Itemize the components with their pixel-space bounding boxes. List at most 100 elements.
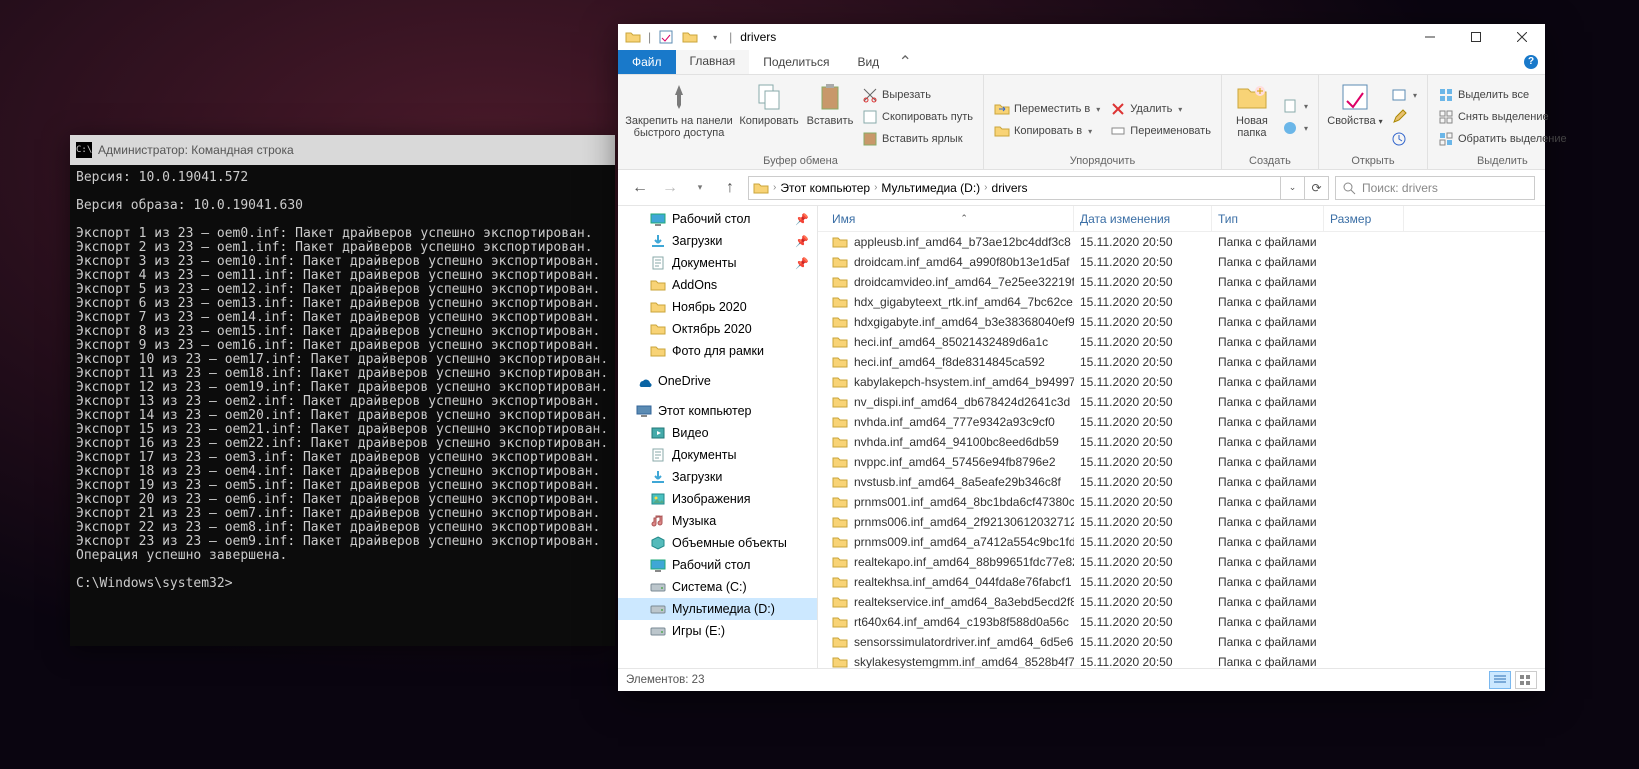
tree-item[interactable]: Загрузки📌 [618,230,817,252]
file-date: 15.11.2020 20:50 [1074,455,1212,469]
cmd-titlebar[interactable]: C:\ Администратор: Командная строка [70,135,615,165]
tree-item[interactable]: Документы [618,444,817,466]
file-row[interactable]: nvhda.inf_amd64_94100bc8eed6db5915.11.20… [818,432,1545,452]
invert-selection-button[interactable]: Обратить выделение [1434,129,1571,149]
tree-item[interactable]: Изображения [618,488,817,510]
file-row[interactable]: hdxgigabyte.inf_amd64_b3e38368040ef91115… [818,312,1545,332]
tree-item[interactable]: Мультимедиа (D:) [618,598,817,620]
file-name: skylakesystemgmm.inf_amd64_8528b4f7 [854,655,1074,668]
tab-home[interactable]: Главная [676,50,750,74]
folder-icon [832,454,848,470]
properties-button[interactable]: Свойства ▾ [1325,79,1385,155]
breadcrumb-item[interactable]: Этот компьютер [776,181,874,195]
file-row[interactable]: hdx_gigabyteext_rtk.inf_amd64_7bc62ce...… [818,292,1545,312]
new-folder-button[interactable]: Новая папка [1228,79,1276,155]
file-row[interactable]: appleusb.inf_amd64_b73ae12bc4ddf3c815.11… [818,232,1545,252]
file-row[interactable]: realtekservice.inf_amd64_8a3ebd5ecd2f8..… [818,592,1545,612]
file-row[interactable]: kabylakepch-hsystem.inf_amd64_b94997...1… [818,372,1545,392]
help-icon[interactable]: ? [1517,50,1545,74]
file-row[interactable]: sensorssimulatordriver.inf_amd64_6d5e6..… [818,632,1545,652]
tree-item[interactable]: Ноябрь 2020 [618,296,817,318]
tree-item[interactable]: Видео [618,422,817,444]
column-date[interactable]: Дата изменения [1074,206,1212,231]
refresh-button[interactable]: ⟳ [1304,177,1328,199]
maximize-button[interactable] [1453,24,1499,50]
tree-item[interactable]: Система (C:) [618,576,817,598]
select-all-button[interactable]: Выделить все [1434,85,1571,105]
tab-file[interactable]: Файл [618,50,676,74]
nav-forward-button[interactable]: → [658,176,682,200]
file-row[interactable]: heci.inf_amd64_85021432489d6a1c15.11.202… [818,332,1545,352]
address-dropdown-icon[interactable]: ⌄ [1280,177,1304,199]
cmd-output[interactable]: Версия: 10.0.19041.572 Версия образа: 10… [70,165,615,597]
nav-back-button[interactable]: ← [628,176,652,200]
file-row[interactable]: nvppc.inf_amd64_57456e94fb8796e215.11.20… [818,452,1545,472]
tree-item[interactable]: AddOns [618,274,817,296]
copy-button[interactable]: Копировать [736,79,802,155]
new-item-button[interactable] [1278,96,1312,116]
pin-to-quickaccess-button[interactable]: Закрепить на панели быстрого доступа [624,79,734,155]
explorer-titlebar[interactable]: | | drivers [618,24,1545,50]
tree-item[interactable]: Музыка [618,510,817,532]
file-row[interactable]: realtekhsa.inf_amd64_044fda8e76fabcf115.… [818,572,1545,592]
file-row[interactable]: nvstusb.inf_amd64_8a5eafe29b346c8f15.11.… [818,472,1545,492]
ribbon-collapse-icon[interactable]: ⌃ [893,50,917,74]
select-none-button[interactable]: Снять выделение [1434,107,1571,127]
cut-button[interactable]: Вырезать [858,85,977,105]
move-to-button[interactable]: Переместить в [990,99,1104,119]
paste-button[interactable]: Вставить [804,79,856,155]
file-row[interactable]: realtekapo.inf_amd64_88b99651fdc77e8215.… [818,552,1545,572]
tree-item[interactable]: Документы📌 [618,252,817,274]
file-row[interactable]: nvhda.inf_amd64_777e9342a93c9cf015.11.20… [818,412,1545,432]
folder-icon [650,277,666,293]
edit-button[interactable] [1387,107,1421,127]
close-button[interactable] [1499,24,1545,50]
address-bar[interactable]: › Этот компьютер› Мультимедиа (D:)› driv… [748,176,1329,200]
tree-item[interactable]: Рабочий стол📌 [618,208,817,230]
copy-to-button[interactable]: Копировать в [990,121,1104,141]
qat-dropdown-icon[interactable] [703,26,725,48]
easy-access-button[interactable] [1278,118,1312,138]
tree-item[interactable]: OneDrive [618,370,817,392]
minimize-button[interactable] [1407,24,1453,50]
details-view-button[interactable] [1489,671,1511,689]
icons-view-button[interactable] [1515,671,1537,689]
delete-button[interactable]: Удалить [1106,99,1215,119]
file-row[interactable]: heci.inf_amd64_f8de8314845ca59215.11.202… [818,352,1545,372]
new-folder-qat-icon[interactable] [679,26,701,48]
tab-share[interactable]: Поделиться [749,50,843,74]
column-type[interactable]: Тип [1212,206,1324,231]
tree-item[interactable]: Фото для рамки [618,340,817,362]
tree-item[interactable]: Этот компьютер [618,400,817,422]
file-rows[interactable]: appleusb.inf_amd64_b73ae12bc4ddf3c815.11… [818,232,1545,668]
file-row[interactable]: prnms001.inf_amd64_8bc1bda6cf47380c15.11… [818,492,1545,512]
tree-item[interactable]: Рабочий стол [618,554,817,576]
breadcrumb-item[interactable]: drivers [988,181,1032,195]
file-row[interactable]: prnms009.inf_amd64_a7412a554c9bc1fd15.11… [818,532,1545,552]
column-name[interactable]: Имя⌃ [826,206,1074,231]
file-row[interactable]: prnms006.inf_amd64_2f9213061203271215.11… [818,512,1545,532]
tree-item[interactable]: Загрузки [618,466,817,488]
tree-item[interactable]: Объемные объекты [618,532,817,554]
nav-recent-dropdown[interactable]: ▾ [688,176,712,200]
file-row[interactable]: droidcamvideo.inf_amd64_7e25ee32219f...1… [818,272,1545,292]
copy-path-button[interactable]: Скопировать путь [858,107,977,127]
file-row[interactable]: rt640x64.inf_amd64_c193b8f588d0a56c15.11… [818,612,1545,632]
breadcrumb-item[interactable]: Мультимедиа (D:) [877,181,984,195]
search-input[interactable]: Поиск: drivers [1335,176,1535,200]
column-size[interactable]: Размер [1324,206,1404,231]
tab-view[interactable]: Вид [843,50,893,74]
paste-shortcut-button[interactable]: Вставить ярлык [858,129,977,149]
column-headers[interactable]: Имя⌃ Дата изменения Тип Размер [818,206,1545,232]
file-row[interactable]: skylakesystemgmm.inf_amd64_8528b4f715.11… [818,652,1545,668]
properties-qat-icon[interactable] [655,26,677,48]
navigation-tree[interactable]: Рабочий стол📌Загрузки📌Документы📌AddOnsНо… [618,206,818,668]
tree-item[interactable]: Игры (E:) [618,620,817,642]
file-row[interactable]: droidcam.inf_amd64_a990f80b13e1d5af15.11… [818,252,1545,272]
history-button[interactable] [1387,129,1421,149]
tree-item[interactable]: Октябрь 2020 [618,318,817,340]
nav-up-button[interactable]: ↑ [718,176,742,200]
file-row[interactable]: nv_dispi.inf_amd64_db678424d2641c3d15.11… [818,392,1545,412]
rename-button[interactable]: Переименовать [1106,121,1215,141]
open-button[interactable] [1387,85,1421,105]
